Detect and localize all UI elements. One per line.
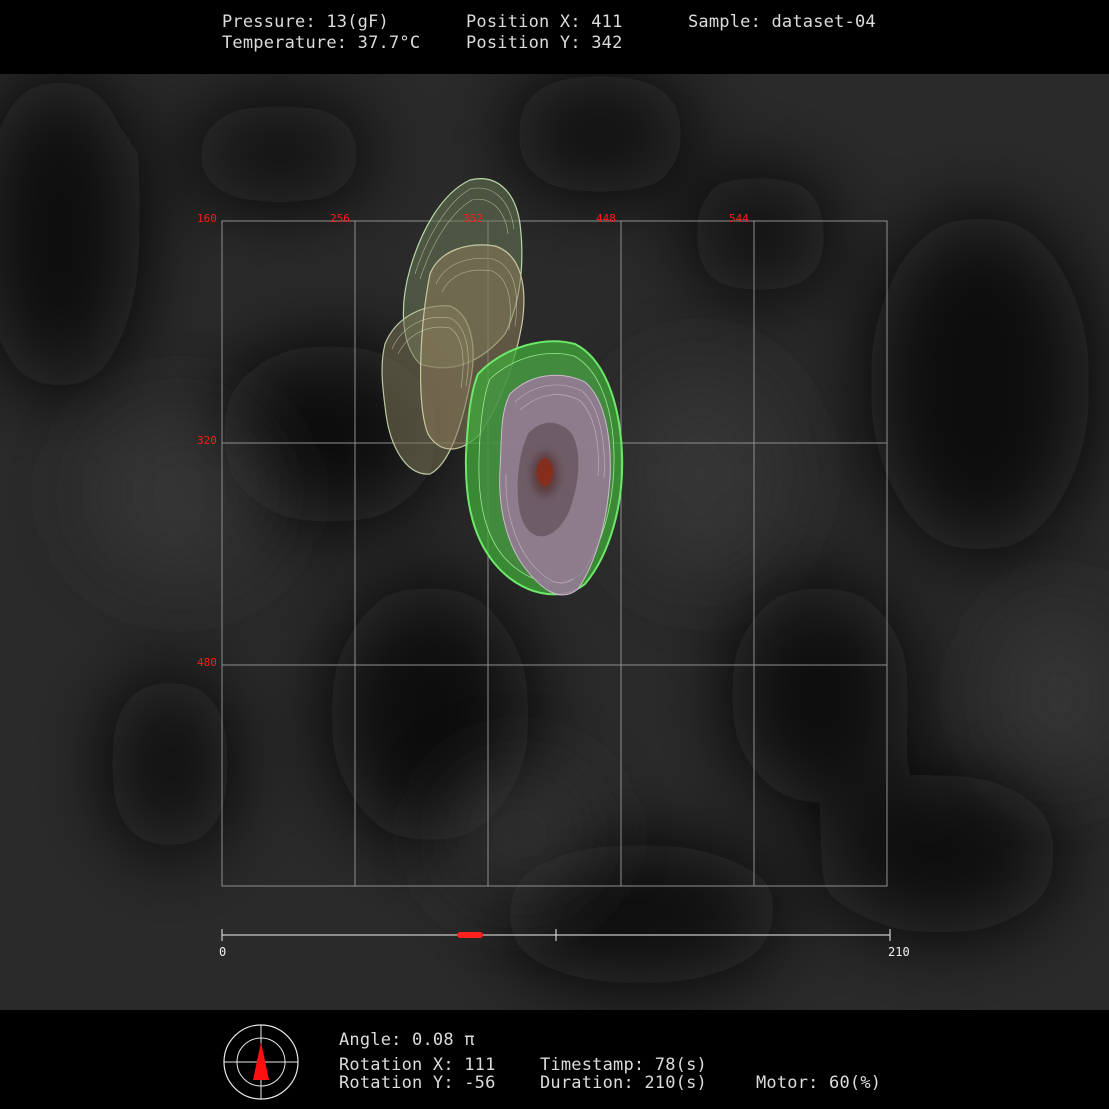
x-tick-label: 160 [197, 212, 217, 225]
timeline-start-label: 0 [219, 945, 227, 959]
y-tick-label: 480 [197, 656, 217, 669]
compass-icon[interactable] [221, 1022, 301, 1102]
x-tick-label: 352 [463, 212, 483, 225]
motor-readout: Motor: 60(%) [756, 1073, 882, 1093]
rotation-x-readout: Rotation X: 111 [339, 1055, 496, 1075]
x-tick-label: 448 [596, 212, 616, 225]
visualization-viewport[interactable]: 160 256 352 448 544 320 480 0 210 [0, 74, 1109, 1010]
pressure-readout: Pressure: 13(gF) [222, 12, 389, 32]
position-x-readout: Position X: 411 [466, 12, 623, 32]
y-tick-label: 320 [197, 434, 217, 447]
compass-needle [253, 1042, 269, 1080]
bottom-readout-bar: Angle: 0.08 π Rotation X: 111 Rotation Y… [0, 1010, 1109, 1109]
angle-readout: Angle: 0.08 π [339, 1030, 475, 1050]
temperature-readout: Temperature: 37.7°C [222, 33, 421, 53]
position-y-readout: Position Y: 342 [466, 33, 623, 53]
duration-readout: Duration: 210(s) [540, 1073, 707, 1093]
sample-readout: Sample: dataset-04 [688, 12, 876, 32]
x-tick-label: 544 [729, 212, 749, 225]
timestamp-readout: Timestamp: 78(s) [540, 1055, 707, 1075]
plot-area [221, 178, 888, 887]
top-readout-bar: Pressure: 13(gF) Temperature: 37.7°C Pos… [0, 0, 1109, 74]
timeline-end-label: 210 [888, 945, 910, 959]
specimen-blob[interactable] [381, 178, 624, 596]
x-tick-label: 256 [330, 212, 350, 225]
rotation-y-readout: Rotation Y: -56 [339, 1073, 496, 1093]
